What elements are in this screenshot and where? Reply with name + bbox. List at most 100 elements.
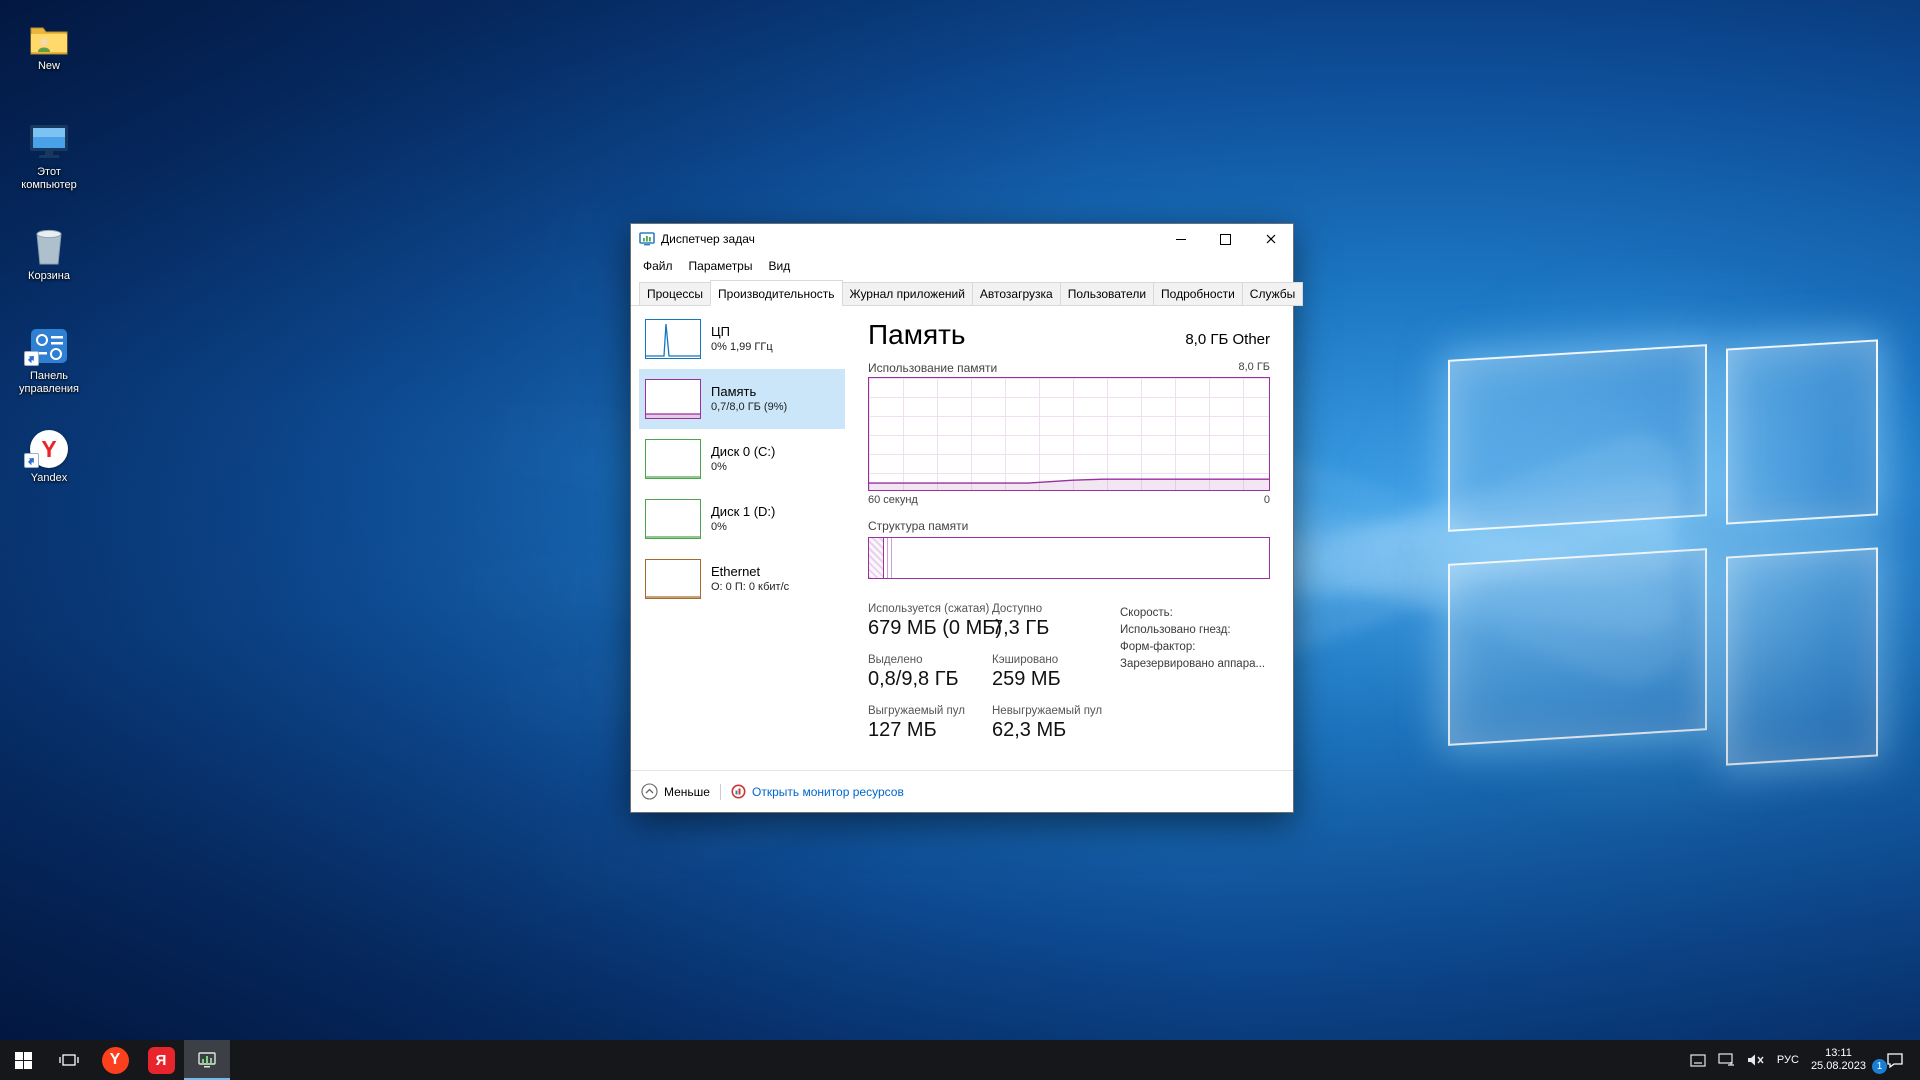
stat-value: 7,3 ГБ	[992, 617, 1049, 640]
close-button[interactable]	[1248, 224, 1293, 254]
stat-available: Доступно 7,3 ГБ	[992, 603, 1049, 640]
clock[interactable]: 13:11 25.08.2023	[1811, 1047, 1866, 1073]
windows-logo-pane	[1726, 339, 1878, 524]
touch-keyboard-icon[interactable]	[1690, 1054, 1706, 1067]
stat-value: 679 МБ (0 МБ)	[868, 617, 1002, 640]
stat-value: 62,3 МБ	[992, 719, 1102, 742]
cpu-mini-graph	[645, 319, 701, 359]
tab-users[interactable]: Пользователи	[1060, 282, 1154, 306]
chevron-up-circle-icon	[641, 783, 658, 800]
shortcut-arrow-icon	[24, 453, 39, 468]
tab-details[interactable]: Подробности	[1153, 282, 1243, 306]
perf-title: ЦП	[711, 324, 773, 340]
detail-slots: Использовано гнезд:	[1120, 622, 1265, 639]
action-center-button[interactable]: 1	[1878, 1040, 1912, 1080]
volume-muted-icon[interactable]	[1747, 1053, 1765, 1067]
sidebar-item-cpu[interactable]: ЦП 0% 1,99 ГГц	[639, 309, 845, 369]
tab-performance[interactable]: Производительность	[710, 280, 842, 306]
usage-graph-label: Использование памяти	[868, 361, 997, 375]
control-panel-icon	[8, 322, 90, 366]
windows-logo-pane	[1448, 548, 1707, 746]
minimize-button[interactable]	[1158, 224, 1203, 254]
perf-subtitle: 0,7/8,0 ГБ (9%)	[711, 400, 787, 414]
stat-label: Выделено	[868, 654, 959, 666]
task-manager-taskbar-icon	[197, 1051, 217, 1069]
windows-logo-pane	[1726, 547, 1878, 765]
tab-processes[interactable]: Процессы	[639, 282, 711, 306]
graph-zero: 0	[1264, 494, 1270, 506]
desktop-icon-new[interactable]: New	[8, 12, 90, 73]
memory-composition-label: Структура памяти	[868, 519, 1270, 533]
task-view-icon	[59, 1052, 79, 1068]
desktop-screen: New Этот компьютер Корзина	[0, 0, 1920, 1080]
taskbar-task-manager[interactable]	[184, 1040, 230, 1080]
windows-start-icon	[15, 1052, 32, 1069]
composition-divider	[887, 538, 888, 578]
fewer-details-label: Меньше	[664, 785, 710, 799]
task-view-button[interactable]	[46, 1040, 92, 1080]
sidebar-item-disk1[interactable]: Диск 1 (D:) 0%	[639, 489, 845, 549]
shortcut-arrow-icon	[24, 351, 39, 366]
resource-monitor-icon	[731, 784, 746, 799]
stat-cached: Кэшировано 259 МБ	[992, 654, 1061, 691]
desktop-icon-control-panel[interactable]: Панель управления	[8, 322, 90, 396]
maximize-icon	[1220, 234, 1231, 245]
stat-in-use: Используется (сжатая) 679 МБ (0 МБ)	[868, 603, 1002, 640]
stat-value: 0,8/9,8 ГБ	[868, 668, 959, 691]
stat-label: Кэшировано	[992, 654, 1061, 666]
tab-app-history[interactable]: Журнал приложений	[842, 282, 973, 306]
stat-label: Выгружаемый пул	[868, 705, 965, 717]
memory-usage-graph	[868, 377, 1270, 491]
sidebar-item-ethernet[interactable]: Ethernet О: 0 П: 0 кбит/с	[639, 549, 845, 609]
perf-title: Диск 0 (C:)	[711, 444, 775, 460]
start-button[interactable]	[0, 1040, 46, 1080]
desktop-icon-this-pc[interactable]: Этот компьютер	[8, 118, 90, 192]
taskbar-yandex-browser[interactable]: Y	[92, 1040, 138, 1080]
computer-icon	[8, 118, 90, 162]
disk0-mini-graph	[645, 439, 701, 479]
yandex-app-letter: Я	[156, 1052, 167, 1069]
memory-in-use-segment	[869, 538, 884, 578]
usage-graph-max: 8,0 ГБ	[1238, 361, 1270, 375]
menu-view[interactable]: Вид	[760, 255, 798, 277]
stat-label: Используется (сжатая)	[868, 603, 1002, 615]
language-indicator[interactable]: РУС	[1777, 1054, 1799, 1066]
graph-time-span: 60 секунд	[868, 494, 918, 506]
taskbar-yandex-app[interactable]: Я	[138, 1040, 184, 1080]
detail-hw-reserved: Зарезервировано аппара...	[1120, 656, 1265, 673]
sidebar-item-memory[interactable]: Память 0,7/8,0 ГБ (9%)	[639, 369, 845, 429]
clock-date: 25.08.2023	[1811, 1060, 1866, 1073]
display-cast-icon[interactable]	[1718, 1053, 1735, 1067]
performance-content: ЦП 0% 1,99 ГГц Память 0,7/8,0 ГБ (9%)	[631, 306, 1293, 771]
perf-title: Память	[711, 384, 787, 400]
title-bar[interactable]: Диспетчер задач	[631, 224, 1293, 254]
desktop-icon-label: Yandex	[8, 472, 90, 485]
memory-capacity: 8,0 ГБ Other	[1185, 331, 1270, 348]
desktop-icon-yandex[interactable]: Y Yandex	[8, 424, 90, 485]
performance-sidebar: ЦП 0% 1,99 ГГц Память 0,7/8,0 ГБ (9%)	[639, 309, 845, 609]
tab-services[interactable]: Службы	[1242, 282, 1303, 306]
memory-panel: Память 8,0 ГБ Other Использование памяти…	[868, 319, 1270, 763]
notification-badge: 1	[1872, 1059, 1887, 1074]
minimize-icon	[1176, 239, 1186, 240]
stat-paged-pool: Выгружаемый пул 127 МБ	[868, 705, 965, 742]
perf-subtitle: О: 0 П: 0 кбит/с	[711, 580, 789, 594]
fewer-details-button[interactable]: Меньше	[641, 783, 710, 800]
perf-subtitle: 0%	[711, 520, 775, 534]
perf-subtitle: 0%	[711, 460, 775, 474]
desktop-icon-label: Панель управления	[8, 370, 90, 396]
menu-file[interactable]: Файл	[635, 255, 681, 277]
composition-divider	[891, 538, 892, 578]
open-resource-monitor-link[interactable]: Открыть монитор ресурсов	[731, 784, 904, 799]
task-manager-window: Диспетчер задач Файл Параметры Вид Проце…	[630, 223, 1294, 813]
yandex-icon: Y	[8, 424, 90, 468]
taskbar: Y Я	[0, 1040, 1920, 1080]
window-title: Диспетчер задач	[661, 232, 755, 246]
perf-title: Диск 1 (D:)	[711, 504, 775, 520]
maximize-button[interactable]	[1203, 224, 1248, 254]
menu-options[interactable]: Параметры	[681, 255, 761, 277]
sidebar-item-disk0[interactable]: Диск 0 (C:) 0%	[639, 429, 845, 489]
stat-value: 259 МБ	[992, 668, 1061, 691]
tab-startup[interactable]: Автозагрузка	[972, 282, 1061, 306]
desktop-icon-recycle-bin[interactable]: Корзина	[8, 222, 90, 283]
